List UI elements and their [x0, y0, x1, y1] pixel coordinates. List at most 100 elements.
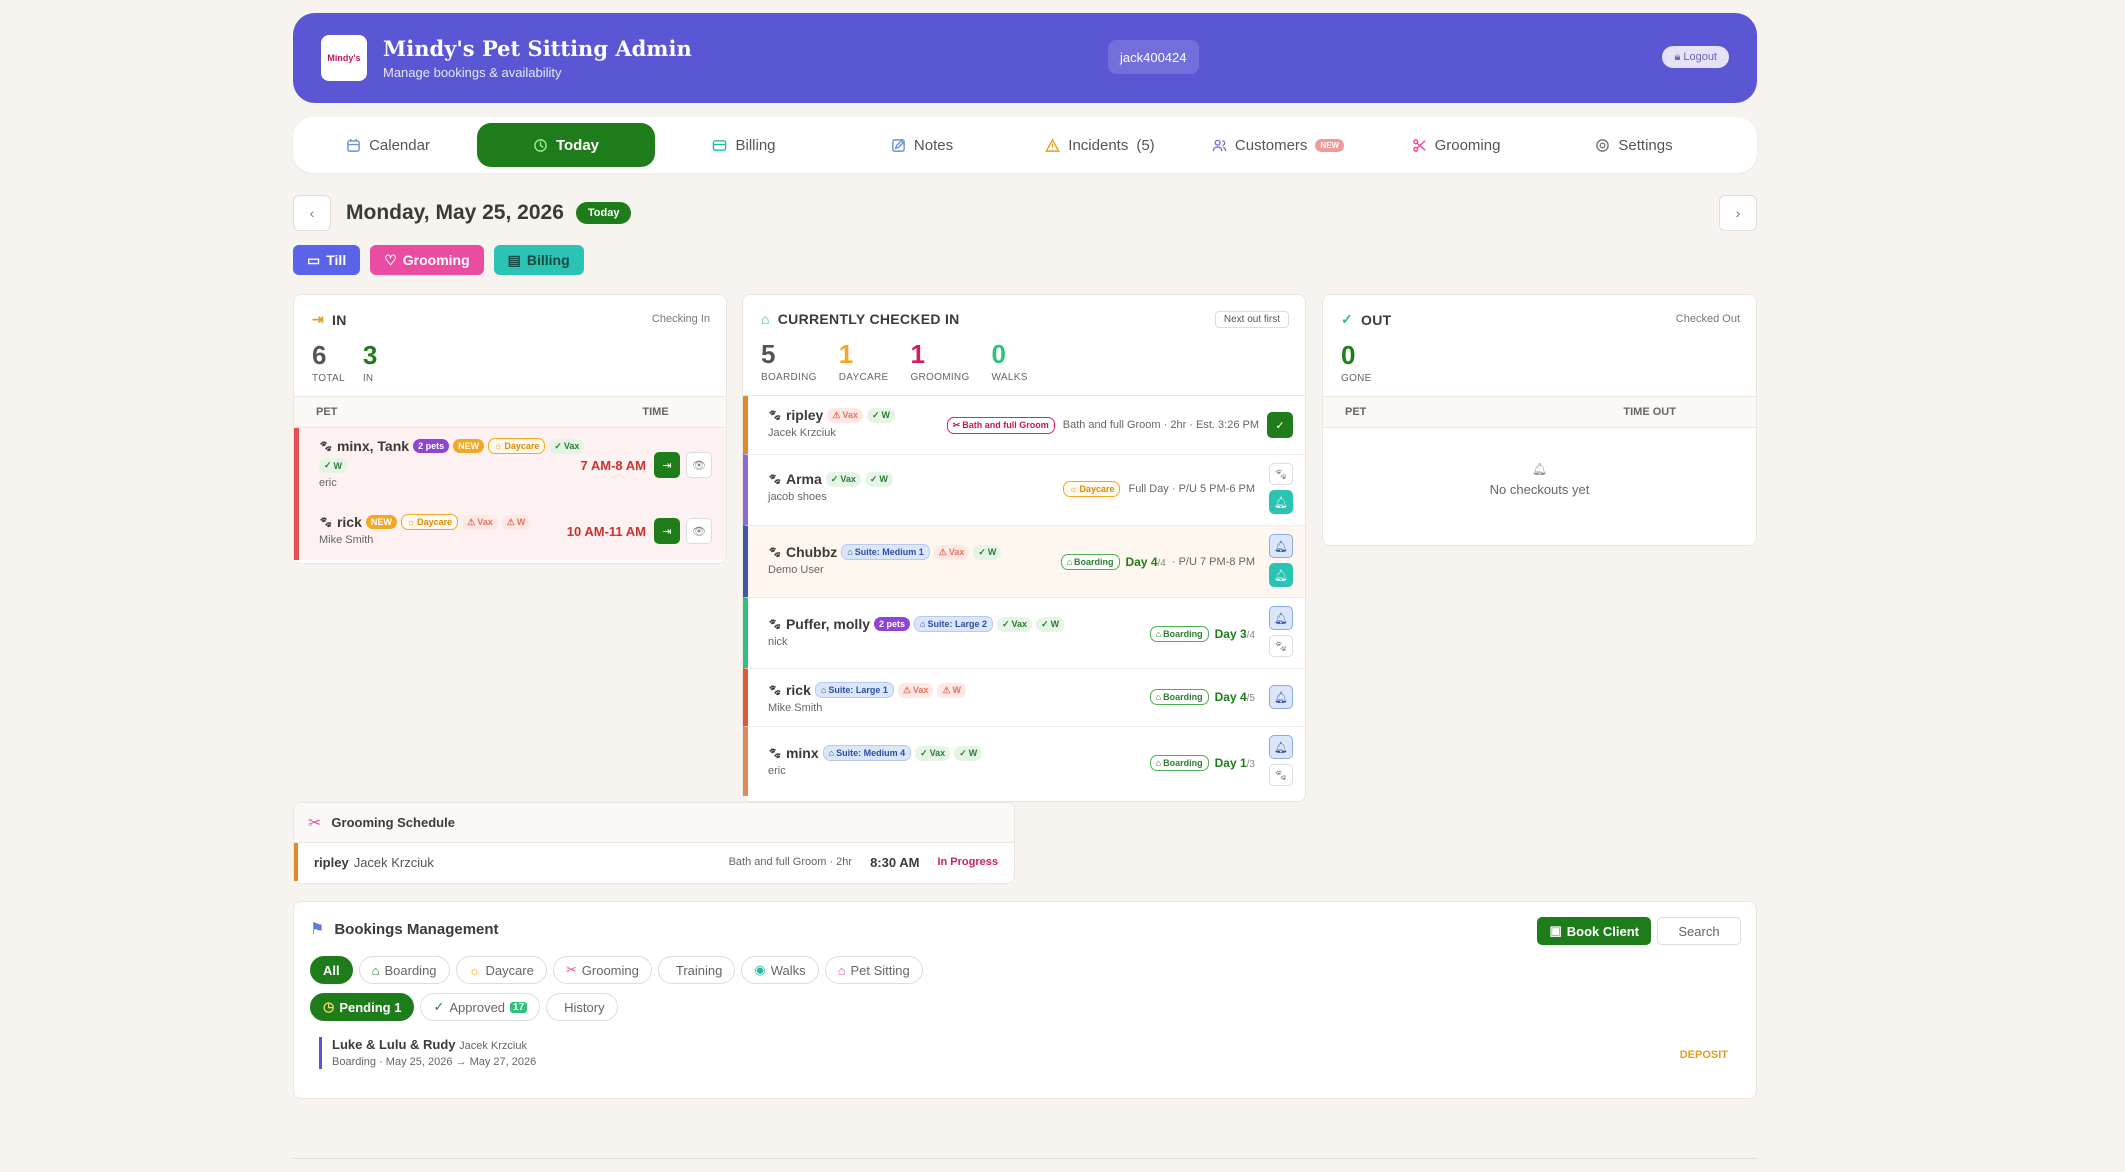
notify-button[interactable]: 🔔︎: [1269, 735, 1293, 759]
deposit-status: DEPOSIT: [1679, 1049, 1728, 1061]
today-badge: Today: [575, 202, 632, 224]
filter-daycare[interactable]: ☼ Daycare: [455, 956, 547, 984]
paw-icon: 🐾︎: [319, 440, 333, 453]
bell-button[interactable]: 🔔︎: [1269, 563, 1293, 587]
status-history[interactable]: History: [546, 993, 618, 1021]
scissors-icon: [1412, 138, 1426, 152]
paw-icon: 🐾︎: [768, 409, 782, 422]
in-row[interactable]: 🐾︎ minx, Tank 2 pets NEW ☼ Daycare ✓ Vax …: [294, 428, 726, 504]
paw-button[interactable]: 🐾︎: [1269, 463, 1293, 485]
register-icon: ▭: [307, 251, 321, 268]
notify-button[interactable]: 🔔︎: [1269, 606, 1293, 630]
filter-pet-sitting[interactable]: ⌂ Pet Sitting: [824, 956, 923, 984]
check-out-button[interactable]: ✓: [1267, 412, 1293, 438]
paw-button[interactable]: 🐾︎: [1269, 635, 1293, 657]
filter-boarding[interactable]: ⌂ Boarding: [358, 956, 450, 984]
notify-button[interactable]: 🔔︎: [1269, 534, 1293, 558]
paw-button[interactable]: 🐾︎: [1269, 764, 1293, 786]
checked-in-row[interactable]: 🐾︎ Arma ✓ Vax ✓ W jacob shoes ☼ Daycare Full …: [743, 454, 1305, 525]
paw-icon: 🐾︎: [768, 747, 782, 760]
in-card: ⇥ IN Checking In 6 TOTAL 3 IN PET TIME 🐾︎ …: [293, 294, 727, 564]
warning-icon: [1045, 137, 1061, 152]
tab-customers[interactable]: Customers NEW: [1189, 123, 1367, 167]
checked-in-card: ⌂ CURRENTLY CHECKED IN Next out first 5B…: [742, 294, 1306, 802]
home-icon: ⌂: [761, 311, 770, 327]
paw-icon: 🐾︎: [768, 473, 782, 486]
in-row[interactable]: 🐾︎ rick NEW ☼ Daycare ⚠ Vax ⚠ W Mike Smith…: [294, 504, 726, 560]
flag-icon: ⚑: [310, 921, 325, 938]
login-icon: ⇥: [312, 311, 325, 327]
paw-icon: 🐾︎: [768, 684, 782, 697]
out-card: ✓ OUT Checked Out 0 GONE PET TIME OUT 🔔︎ …: [1322, 294, 1757, 546]
status-pending[interactable]: ◷ Pending 1: [310, 993, 415, 1021]
bell-button[interactable]: 🔔︎: [1269, 490, 1293, 514]
prev-day-button[interactable]: ‹: [293, 195, 331, 231]
filter-walks[interactable]: ◉ Walks: [741, 956, 819, 984]
check-in-button[interactable]: ⇥: [654, 518, 680, 544]
check-icon: ✓: [433, 999, 445, 1014]
checked-in-row[interactable]: 🐾︎ Puffer, molly 2 pets ⌂ Suite: Large 2 ✓ Va…: [743, 597, 1305, 668]
users-icon: [1212, 139, 1227, 151]
till-button[interactable]: ▭ Till: [293, 245, 361, 275]
calendar-icon: [347, 138, 360, 152]
filter-grooming[interactable]: ✂ Grooming: [552, 956, 652, 984]
bell-icon: 🔔︎: [1531, 462, 1548, 476]
status-approved[interactable]: ✓ Approved 17: [420, 993, 541, 1021]
calendar-icon: ▣: [1549, 923, 1562, 938]
checked-in-row[interactable]: 🐾︎ Chubbz ⌂ Suite: Medium 1 ⚠ Vax ✓ W Demo Use…: [743, 525, 1305, 597]
tab-incidents[interactable]: Incidents (5): [1011, 123, 1189, 167]
tab-notes[interactable]: Notes: [833, 123, 1011, 167]
paw-icon: 🐾︎: [768, 546, 782, 559]
heart-icon: ♡: [384, 251, 397, 268]
paw-icon: 🐾︎: [768, 618, 782, 631]
book-client-button[interactable]: ▣ Book Client: [1537, 917, 1651, 945]
billing-button[interactable]: ▤ Billing: [493, 245, 584, 275]
search-button[interactable]: Search: [1657, 917, 1741, 945]
tab-calendar[interactable]: Calendar: [299, 123, 477, 167]
filter-training[interactable]: Training: [657, 956, 736, 984]
checked-in-row[interactable]: 🐾︎ ripley ⚠ Vax ✓ W Jacek Krzciuk ✂ Bath and …: [743, 396, 1305, 454]
checked-in-row[interactable]: 🐾︎ minx ⌂ Suite: Medium 4 ✓ Vax ✓ W eric ⌂ Boa…: [743, 726, 1305, 796]
clock-icon: [534, 138, 547, 152]
sort-toggle[interactable]: Next out first: [1214, 311, 1289, 328]
tab-billing[interactable]: Billing: [655, 123, 833, 167]
edit-icon: [892, 138, 905, 152]
paw-icon: 🐾︎: [319, 516, 333, 529]
empty-message: No checkouts yet: [1489, 482, 1590, 497]
user-pill[interactable]: jack400424: [1108, 40, 1199, 74]
scissors-icon: ✂: [308, 814, 322, 832]
home-icon: ⌂: [837, 962, 846, 978]
credit-card-icon: [713, 139, 727, 151]
tab-settings[interactable]: Settings: [1545, 123, 1723, 167]
sun-icon: ☼: [468, 962, 481, 978]
view-button[interactable]: 👁︎: [686, 518, 712, 544]
notify-button[interactable]: 🔔︎: [1269, 685, 1293, 709]
main-nav: Calendar Today Billing Notes Incidents (5…: [293, 117, 1757, 173]
tab-grooming[interactable]: Grooming: [1367, 123, 1545, 167]
booking-item[interactable]: Luke & Lulu & Rudy Jacek Krzciuk Boardin…: [319, 1037, 1756, 1069]
bookings-card: ⚑ Bookings Management ▣ Book Client Searc…: [293, 901, 1757, 1099]
credit-card-icon: ▤: [507, 251, 521, 268]
check-circle-icon: ✓: [1341, 311, 1354, 327]
clock-icon: ◷: [323, 999, 335, 1014]
filter-all[interactable]: All: [310, 956, 353, 984]
gear-icon: [1596, 138, 1610, 152]
app-header: Mindy's Mindy's Pet Sitting Admin Manage…: [293, 13, 1757, 103]
app-logo: Mindy's: [321, 35, 367, 81]
grooming-button[interactable]: ♡ Grooming: [370, 245, 484, 275]
view-button[interactable]: 👁︎: [686, 452, 712, 478]
lock-icon: 🔒︎: [1674, 50, 1681, 63]
logout-button[interactable]: 🔒︎ Logout: [1662, 46, 1729, 68]
date-title: Monday, May 25, 2026: [346, 201, 564, 224]
new-badge: NEW: [1315, 138, 1345, 152]
check-in-button[interactable]: ⇥: [654, 452, 680, 478]
scissors-icon: ✂: [565, 962, 577, 977]
checked-in-row[interactable]: 🐾︎ rick ⌂ Suite: Large 1 ⚠ Vax ⚠ W Mike Smith …: [743, 668, 1305, 726]
app-title: Mindy's Pet Sitting Admin: [383, 36, 692, 61]
home-icon: ⌂: [371, 962, 380, 978]
grooming-schedule: ✂ Grooming Schedule ripley Jacek Krzciuk…: [293, 802, 1015, 884]
tab-today[interactable]: Today: [477, 123, 655, 167]
pin-icon: ◉: [754, 962, 766, 977]
next-day-button[interactable]: ›: [1719, 195, 1757, 231]
grooming-row[interactable]: ripley Jacek Krzciuk Bath and full Groom…: [294, 843, 1014, 881]
